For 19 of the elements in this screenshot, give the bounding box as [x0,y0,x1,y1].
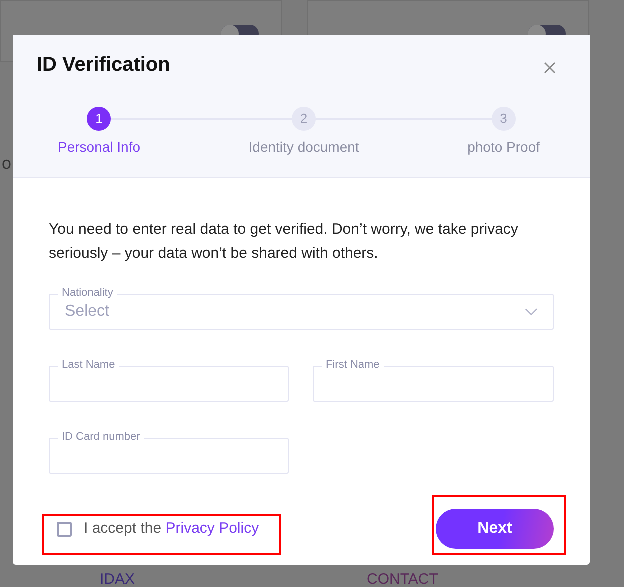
next-button[interactable]: Next [436,509,554,549]
step-label[interactable]: Identity document [248,137,360,158]
step-label[interactable]: photo Proof [468,137,540,158]
page-text: o [2,153,12,175]
step-number: 2 [292,107,316,131]
intro-text: You need to enter real data to get verified. Don’t worry, we take privacy seriously – your data won’t be shared with others. [49,220,520,264]
step-number: 3 [492,107,516,131]
chevron-down-icon [525,308,538,316]
close-icon[interactable] [542,60,558,76]
privacy-policy-link[interactable]: Privacy Policy [166,520,260,537]
footer-link[interactable]: CONTACT [367,571,438,587]
dialog-title: ID Verification [37,53,170,78]
field-label: Nationality [58,286,118,300]
select-placeholder: Select [65,302,110,322]
step-number: 1 [87,107,112,131]
accept-text: I accept the Privacy Policy [84,518,260,539]
footer-link[interactable]: IDAX [100,571,136,587]
step-label[interactable]: Personal Info [58,137,140,158]
accept-checkbox[interactable] [57,522,72,536]
